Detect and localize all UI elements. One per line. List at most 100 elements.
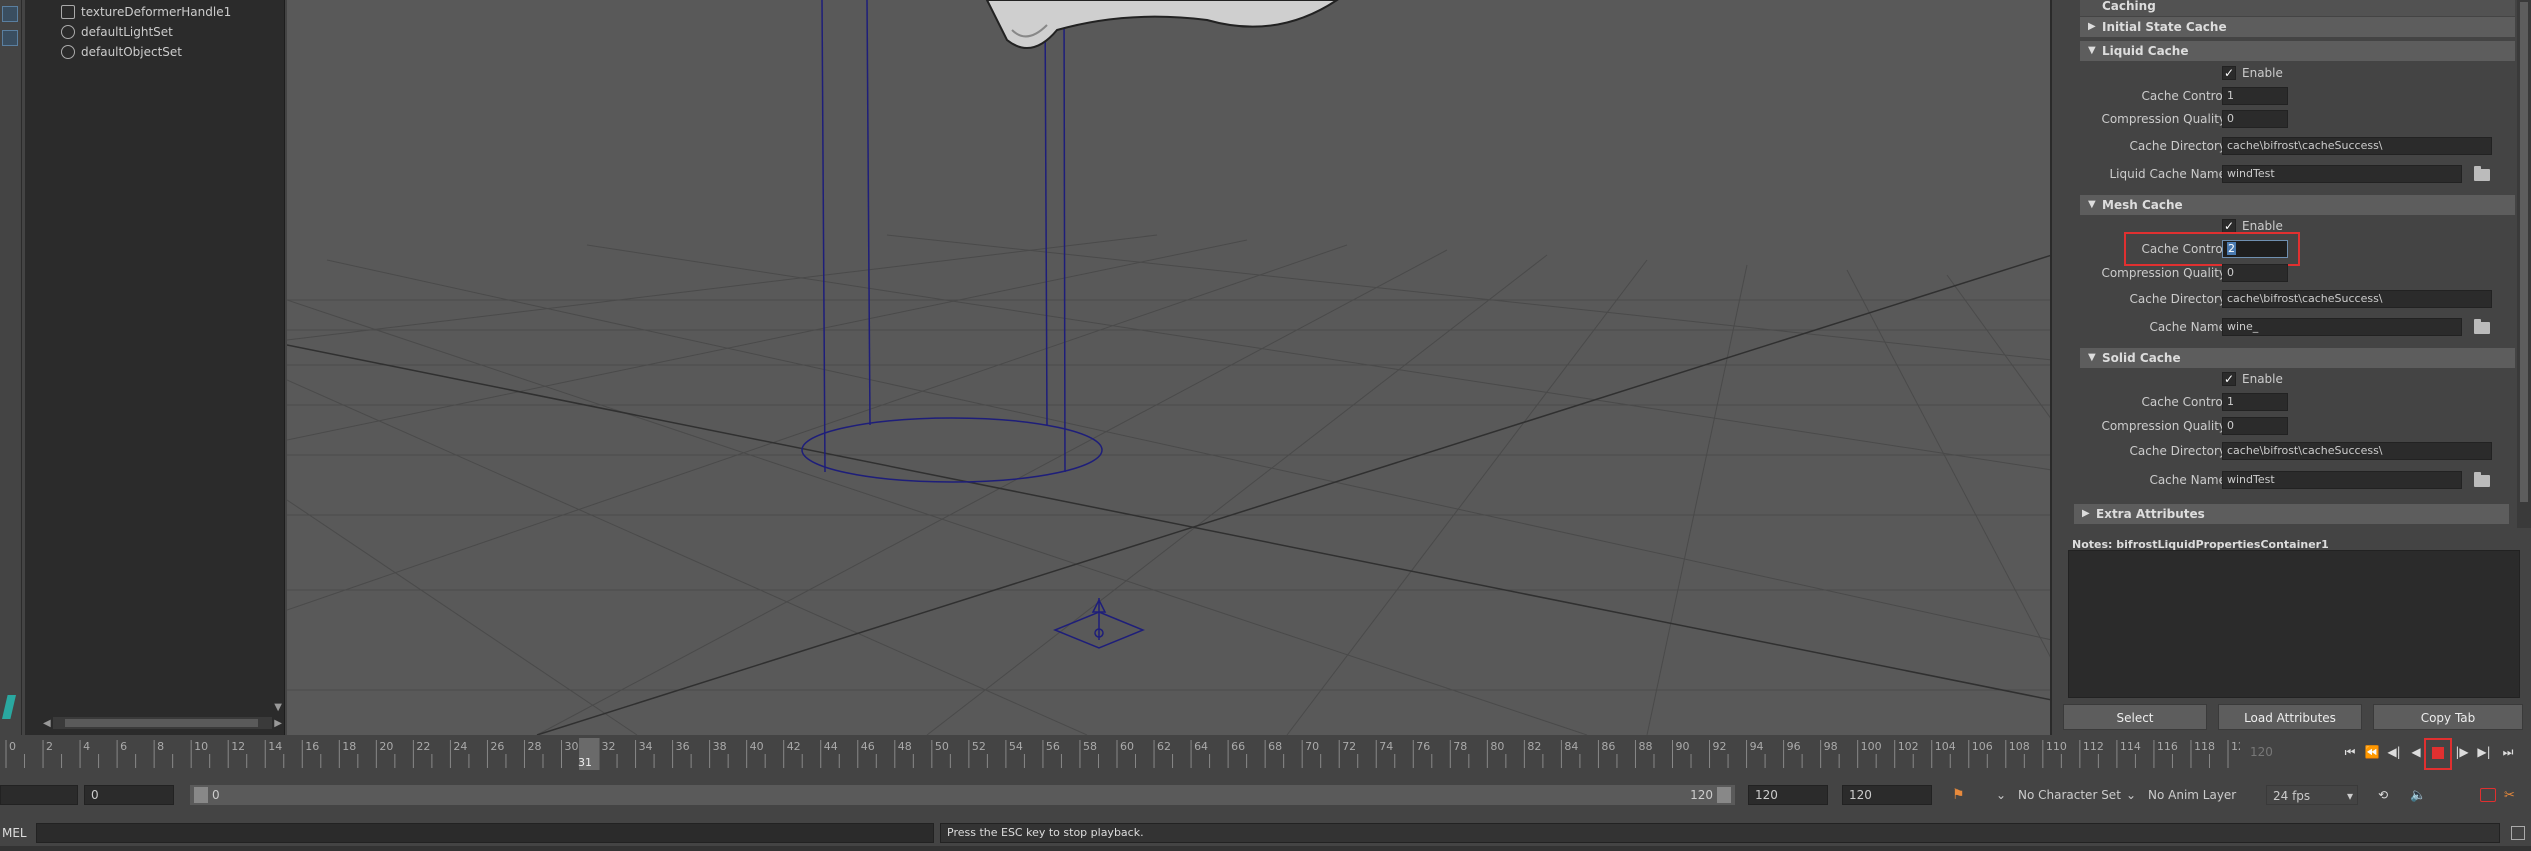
solid-enable-checkbox[interactable]: ✓ <box>2222 372 2236 386</box>
script-editor-icon[interactable] <box>2511 826 2525 840</box>
viewport-3d[interactable] <box>287 0 2052 735</box>
time-tick-label: 110 <box>2046 740 2067 753</box>
mesh-enable-checkbox[interactable]: ✓ <box>2222 219 2236 233</box>
liquid-cache-name-field[interactable]: windTest <box>2222 165 2462 183</box>
liquid-cache-name-label: Liquid Cache Name <box>2109 167 2226 181</box>
deformer-handle-icon <box>61 4 75 19</box>
start-time-field[interactable] <box>0 785 78 805</box>
chevron-down-icon[interactable]: ⌄ <box>1996 785 2006 805</box>
step-back-key-icon[interactable]: ⏪ <box>2362 742 2382 762</box>
liquid-enable-checkbox[interactable]: ✓ <box>2222 66 2236 80</box>
set-icon <box>61 44 75 59</box>
time-tick-label: 32 <box>602 740 616 753</box>
liquid-cache-control-field[interactable]: 1 <box>2222 87 2288 105</box>
select-button[interactable]: Select <box>2063 704 2207 730</box>
play-backwards-icon[interactable]: ◀ <box>2406 742 2426 762</box>
time-tick-label: 114 <box>2120 740 2141 753</box>
speaker-icon[interactable]: 🔈 <box>2410 788 2426 803</box>
copy-tab-button[interactable]: Copy Tab <box>2373 704 2523 730</box>
time-tick-label: 58 <box>1083 740 1097 753</box>
solid-cache-name-label: Cache Name <box>2149 473 2226 487</box>
time-tick-label: 46 <box>861 740 875 753</box>
range-slider[interactable]: 0 120 <box>190 785 1735 805</box>
preferences-icon[interactable]: ✂ <box>2504 788 2520 803</box>
outliner-item-default-light-set[interactable]: defaultLightSet <box>61 23 173 41</box>
scroll-down-icon[interactable]: ▼ <box>274 702 282 713</box>
auto-key-icon[interactable] <box>2480 788 2496 802</box>
outliner-item-texture-deformer[interactable]: textureDeformerHandle1 <box>61 3 231 21</box>
time-tick-label: 14 <box>268 740 282 753</box>
time-tick-label: 108 <box>2009 740 2030 753</box>
time-tick-label: 96 <box>1787 740 1801 753</box>
layout-icon[interactable] <box>2 6 18 22</box>
origin-manipulator-icon[interactable] <box>1053 598 1145 649</box>
go-to-end-icon[interactable]: ⏭ <box>2498 742 2518 762</box>
attribute-editor-scrollbar[interactable] <box>2517 0 2531 528</box>
time-tick-label: 24 <box>453 740 467 753</box>
liquid-cache-directory-field[interactable]: cache\bifrost\cacheSuccess\ <box>2222 137 2492 155</box>
anim-layer-dropdown[interactable]: No Anim Layer <box>2148 785 2236 805</box>
extra-attributes-header[interactable]: ▶ Extra Attributes <box>2074 504 2509 524</box>
time-slider[interactable]: 0 2 4 6 8 10 12 14 16 18 20 22 24 26 28 30 32 34 36 38 40 42 4… <box>0 736 2240 772</box>
anim-start-field[interactable]: 0 <box>84 785 174 805</box>
anim-end-field[interactable]: 120 <box>1842 785 1932 805</box>
folder-icon[interactable] <box>2474 319 2490 334</box>
notes-textarea[interactable] <box>2068 550 2520 698</box>
time-tick-label: 54 <box>1009 740 1023 753</box>
time-tick-label: 0 <box>9 740 16 753</box>
time-tick-label: 42 <box>787 740 801 753</box>
scroll-right-icon[interactable]: ▶ <box>274 718 282 729</box>
time-tick-label: 20 <box>379 740 393 753</box>
mesh-cache-header[interactable]: ▼ Mesh Cache <box>2080 195 2515 215</box>
step-forward-frame-icon[interactable]: |▶ <box>2452 742 2472 762</box>
solid-cache-name-field[interactable]: windTest <box>2222 471 2462 489</box>
ground-grid <box>287 234 2050 735</box>
stop-highlight-annotation <box>2424 738 2452 770</box>
outliner-scrollbar[interactable] <box>53 717 272 729</box>
time-tick-label: 88 <box>1638 740 1652 753</box>
key-icon[interactable]: ⚑ <box>1952 788 1968 802</box>
time-tick-label: 68 <box>1268 740 1282 753</box>
time-tick-label: 84 <box>1564 740 1578 753</box>
pitcher-mesh <box>985 0 1339 49</box>
scene-graphics <box>287 0 2050 735</box>
time-tick-label: 106 <box>1972 740 1993 753</box>
solid-cache-header[interactable]: ▼ Solid Cache <box>2080 348 2515 368</box>
time-tick-label: 62 <box>1157 740 1171 753</box>
loop-icon[interactable]: ⟲ <box>2378 788 2394 802</box>
command-input[interactable] <box>36 823 934 843</box>
folder-icon[interactable] <box>2474 472 2490 487</box>
fps-dropdown[interactable]: 24 fps ▾ <box>2266 785 2358 805</box>
caching-header[interactable]: Caching <box>2080 0 2515 16</box>
range-end-handle[interactable] <box>1717 787 1731 803</box>
outliner-item-default-object-set[interactable]: defaultObjectSet <box>61 43 182 61</box>
load-attributes-button[interactable]: Load Attributes <box>2218 704 2362 730</box>
go-to-start-icon[interactable]: ⏮ <box>2340 742 2360 762</box>
mesh-cache-name-field[interactable]: wine_ <box>2222 318 2462 336</box>
time-tick-label: 90 <box>1676 740 1690 753</box>
solid-cache-directory-field[interactable]: cache\bifrost\cacheSuccess\ <box>2222 442 2492 460</box>
layout-icon[interactable] <box>2 30 18 46</box>
mesh-cache-directory-field[interactable]: cache\bifrost\cacheSuccess\ <box>2222 290 2492 308</box>
initial-state-cache-header[interactable]: ▶ Initial State Cache <box>2080 17 2515 37</box>
liquid-cache-header[interactable]: ▼ Liquid Cache <box>2080 41 2515 61</box>
chevron-down-icon[interactable]: ⌄ <box>2126 785 2136 805</box>
time-tick-label: 2 <box>46 740 53 753</box>
folder-icon[interactable] <box>2474 166 2490 181</box>
solid-cache-control-field[interactable]: 1 <box>2222 393 2288 411</box>
time-tick-label: 100 <box>1861 740 1882 753</box>
help-line: Press the ESC key to stop playback. <box>940 823 2500 843</box>
playback-end-field[interactable]: 120 <box>1748 785 1828 805</box>
mesh-compression-label: Compression Quality <box>2101 266 2226 280</box>
liquid-compression-field[interactable]: 0 <box>2222 110 2288 128</box>
scroll-left-icon[interactable]: ◀ <box>43 718 51 729</box>
solid-compression-field[interactable]: 0 <box>2222 417 2288 435</box>
character-set-dropdown[interactable]: No Character Set <box>2018 785 2121 805</box>
mesh-enable-label: Enable <box>2242 219 2283 233</box>
maya-logo-icon <box>2 695 16 719</box>
mel-label[interactable]: MEL <box>2 824 27 842</box>
step-back-frame-icon[interactable]: ◀| <box>2384 742 2404 762</box>
range-start-handle[interactable] <box>194 787 208 803</box>
mesh-compression-field[interactable]: 0 <box>2222 264 2288 282</box>
step-forward-key-icon[interactable]: ▶| <box>2474 742 2494 762</box>
